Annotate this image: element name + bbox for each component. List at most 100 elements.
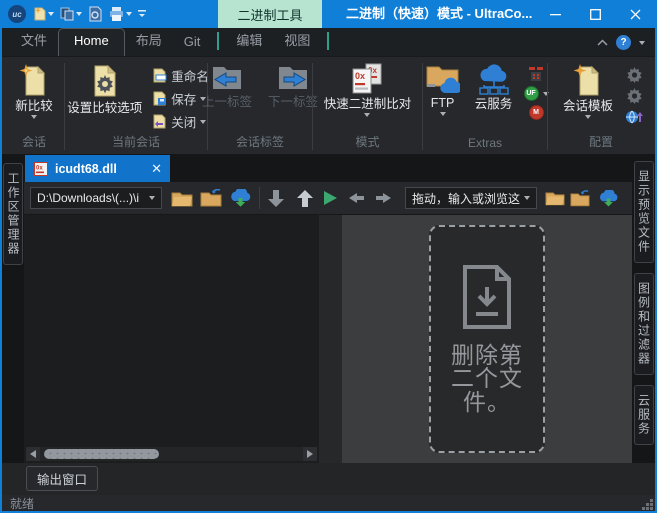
session-file-tab[interactable]: 0x icudt68.dll ✕ <box>25 155 170 182</box>
group-label-current-session: 当前会话 <box>65 132 207 154</box>
toolbar-separator <box>259 187 260 209</box>
previous-tab-button[interactable]: 上一标签 <box>198 62 256 132</box>
tab-close-icon[interactable]: ✕ <box>151 162 162 175</box>
document-preview-icon <box>87 6 103 22</box>
drop-second-file-zone[interactable]: 删除第二个文件。 <box>429 225 545 453</box>
drop-zone-text: 删除第二个文件。 <box>446 344 528 414</box>
scrollbar-track[interactable] <box>40 447 303 461</box>
menu-home[interactable]: Home <box>58 28 125 56</box>
quick-binary-compare-button[interactable]: 0x 0x 快速二进制比对 <box>320 62 416 132</box>
folder-history-icon <box>200 189 222 207</box>
maximize-button[interactable] <box>575 0 615 28</box>
scroll-left-button[interactable] <box>26 447 40 461</box>
new-session-button[interactable] <box>31 6 54 22</box>
scroll-right-button[interactable] <box>303 447 317 461</box>
left-path-combobox[interactable]: D:\Downloads\(...)\i <box>30 187 162 209</box>
group-label-mode: 模式 <box>313 132 422 154</box>
ultrafinder-button[interactable]: UF <box>524 86 549 101</box>
workspace-manager-tab[interactable]: 工作区管理器 <box>3 163 23 265</box>
previous-difference-button[interactable] <box>296 189 314 208</box>
compare-toolbar: D:\Downloads\(...)\i <box>24 182 632 215</box>
new-compare-caret-icon <box>31 115 37 119</box>
preview-document-button[interactable] <box>87 6 103 22</box>
binary-file-icon: 0x <box>33 161 49 177</box>
status-ready-text: 就绪 <box>10 495 34 512</box>
output-window-tab[interactable]: 输出窗口 <box>26 466 98 491</box>
cloud-open-button-right[interactable] <box>598 190 619 207</box>
pane-splitter[interactable] <box>319 215 342 463</box>
recent-folder-button-left[interactable] <box>200 189 222 207</box>
close-button[interactable] <box>615 0 655 28</box>
browse-folder-button-right[interactable] <box>545 190 565 206</box>
close-icon <box>630 9 641 20</box>
maximize-icon <box>590 9 601 20</box>
advanced-gear-icon[interactable] <box>626 87 643 104</box>
new-session-caret-icon <box>48 12 54 16</box>
contextual-group-separator <box>217 32 219 50</box>
svg-text:0x: 0x <box>36 165 43 171</box>
right-file-pane[interactable]: 删除第二个文件。 <box>342 215 632 463</box>
menu-file[interactable]: 文件 <box>10 26 58 56</box>
right-panel-strip: 显示预览文件 图例和过滤器 云服务 <box>632 155 655 463</box>
right-path-combobox[interactable]: 拖动，输入或浏览这 <box>405 187 537 209</box>
help-caret-icon[interactable] <box>639 41 645 45</box>
cloud-network-icon <box>475 63 513 95</box>
contextual-group-separator-end <box>327 32 329 50</box>
menu-edit[interactable]: 编辑 <box>225 26 273 56</box>
print-button[interactable] <box>108 6 132 22</box>
next-difference-button[interactable] <box>267 189 285 208</box>
customize-qat-button[interactable] <box>137 8 147 20</box>
session-tab-bar: 0x icudt68.dll ✕ <box>24 155 632 182</box>
save-icon <box>152 91 167 106</box>
ftp-button[interactable]: FTP <box>422 62 464 135</box>
left-file-pane[interactable] <box>24 215 319 463</box>
menu-layout[interactable]: 布局 <box>125 26 173 56</box>
help-button[interactable]: ? <box>616 35 631 50</box>
cloud-open-button-left[interactable] <box>229 189 252 207</box>
merge-right-button[interactable] <box>375 191 392 205</box>
cloud-services-button[interactable]: 云服务 <box>471 62 517 135</box>
app-logo-icon: uc <box>8 5 26 23</box>
minimize-button[interactable] <box>535 0 575 28</box>
session-template-caret-icon <box>585 115 591 119</box>
rename-icon <box>152 68 167 83</box>
drop-file-icon <box>459 264 515 330</box>
collapse-ribbon-icon[interactable] <box>597 39 608 46</box>
compare-apps-icon[interactable] <box>528 66 544 82</box>
start-compare-button[interactable] <box>321 189 339 207</box>
contextual-tab-binary-tools[interactable]: 二进制工具 <box>218 0 322 28</box>
qat-more-icon <box>137 8 147 20</box>
ribbon-group-mode: 0x 0x 快速二进制比对 模式 <box>313 59 422 154</box>
copy-session-button[interactable] <box>59 6 82 22</box>
menu-view[interactable]: 视图 <box>273 26 321 56</box>
scroll-left-icon <box>30 450 36 458</box>
set-compare-options-button[interactable]: 设置比较选项 <box>63 62 146 132</box>
recent-folder-button-right[interactable] <box>570 190 590 207</box>
app-m-icon[interactable]: M <box>529 105 544 120</box>
scrollbar-thumb[interactable] <box>44 449 159 459</box>
settings-gear-icon[interactable] <box>626 66 643 83</box>
folder-history-icon <box>570 190 590 207</box>
legend-and-filters-tab[interactable]: 图例和过滤器 <box>634 273 654 375</box>
browse-folder-button-left[interactable] <box>171 190 193 207</box>
merge-left-button[interactable] <box>348 191 365 205</box>
group-label-session-tabs: 会话标签 <box>208 132 312 154</box>
cloud-services-tab[interactable]: 云服务 <box>634 385 654 445</box>
new-compare-button[interactable]: 新比较 <box>11 62 57 132</box>
session-template-button[interactable]: 会话模板 <box>559 62 617 132</box>
previous-tab-icon <box>211 63 243 93</box>
group-label-extras: Extras <box>423 135 547 154</box>
compare-options-icon <box>90 63 120 99</box>
menu-git[interactable]: Git <box>173 30 212 56</box>
play-icon <box>321 189 339 207</box>
arrow-left-icon <box>348 191 365 205</box>
resize-grip[interactable] <box>642 499 653 510</box>
open-folder-icon <box>171 190 193 207</box>
ultrafinder-icon: UF <box>524 86 539 101</box>
window-controls <box>535 0 655 28</box>
ribbon: 新比较 会话 设置比较选项 <box>2 57 655 155</box>
show-preview-file-tab[interactable]: 显示预览文件 <box>634 161 654 263</box>
horizontal-scrollbar[interactable] <box>26 447 317 461</box>
web-upload-icon[interactable] <box>625 108 643 124</box>
right-path-placeholder: 拖动，输入或浏览这 <box>412 190 520 207</box>
